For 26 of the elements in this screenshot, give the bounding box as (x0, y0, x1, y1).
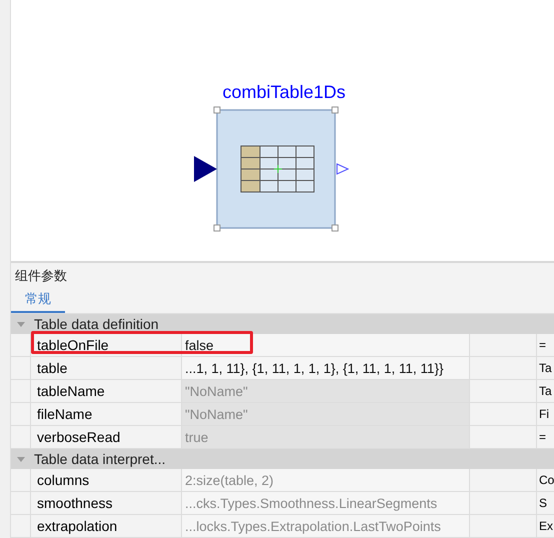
panel-title: 组件参数 (14, 267, 68, 285)
group-header[interactable]: Table data definition (11, 314, 554, 334)
parameter-description: Fi (538, 406, 550, 423)
parameter-value: false (185, 338, 214, 353)
block-drawing[interactable] (194, 106, 350, 232)
collapse-icon[interactable] (17, 455, 25, 463)
value-field[interactable]: false (182, 334, 470, 356)
parameter-value: ...1, 1, 11}, {1, 11, 1, 1, 1}, {1, 11, 1, 11, 11}} (185, 361, 444, 376)
parameter-value: "NoName" (185, 384, 248, 399)
parameter-value: ...locks.Types.Extrapolation.LastTwoPoints (185, 519, 441, 534)
parameter-value: 2:size(table, 2) (185, 473, 274, 488)
group-header[interactable]: Table data interpret... (11, 449, 554, 469)
collapse-icon[interactable] (17, 320, 25, 328)
parameter-value: ...cks.Types.Smoothness.LinearSegments (185, 496, 438, 511)
parameter-description: Co (538, 472, 554, 489)
parameter-description: S (538, 495, 548, 512)
parameter-value: true (185, 430, 208, 445)
group-title: Table data definition (34, 316, 159, 332)
parameter-description: = (538, 429, 548, 446)
parameter-description: = (538, 337, 548, 354)
block-label: combiTable1Ds (221, 82, 346, 102)
parameter-value: "NoName" (185, 407, 248, 422)
parameter-description: Ta (538, 383, 553, 400)
parameter-description: Ex (538, 518, 554, 535)
parameter-description: Ta (538, 360, 553, 377)
group-title: Table data interpret... (34, 451, 166, 467)
